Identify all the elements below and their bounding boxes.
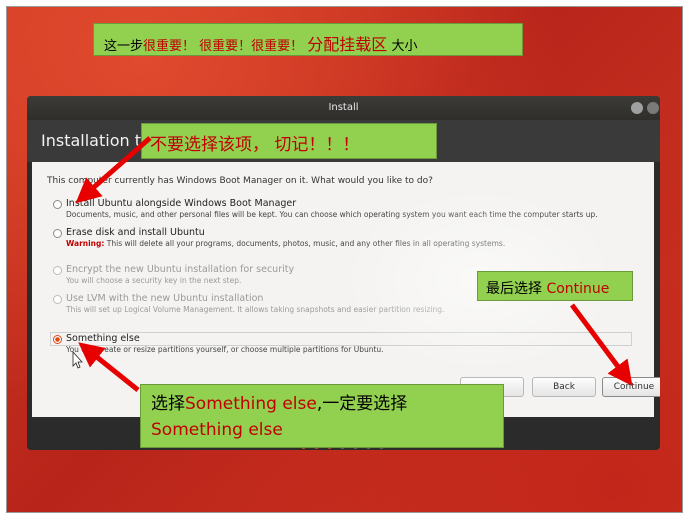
warning-label: Warning: [66,239,105,248]
minimize-icon[interactable] [647,102,659,114]
question-text: This computer currently has Windows Boot… [47,176,433,186]
option-desc: Warning: This will delete all your progr… [66,239,505,248]
warning-text: This will delete all your programs, docu… [104,239,506,248]
radio-erase-disk[interactable] [53,229,62,238]
radio-something-else[interactable] [53,335,62,344]
close-icon[interactable] [631,102,643,114]
checkbox-lvm [53,295,62,304]
option-encrypt: Encrypt the new Ubuntu installation for … [53,264,295,285]
checkbox-encrypt [53,266,62,275]
option-title: Something else [66,333,140,344]
option-title: Use LVM with the new Ubuntu installation [66,293,264,304]
option-desc: Documents, music, and other personal fil… [66,210,598,219]
option-desc: This will set up Logical Volume Manageme… [66,305,445,314]
annotation-continue: 最后选择 Continue [477,271,633,301]
continue-button[interactable]: Continue [602,377,660,397]
annotation-emphasis: Something else [151,420,283,440]
radio-install-alongside[interactable] [53,200,62,209]
back-button[interactable]: Back [532,377,596,397]
annotation-text: ,一定要选择 [316,394,408,414]
option-something-else[interactable]: Something else You can create or resize … [53,333,384,354]
option-title: Encrypt the new Ubuntu installation for … [66,264,295,275]
annotation-emphasis: Something else [185,394,317,414]
option-desc: You will choose a security key in the ne… [66,276,242,285]
annotation-text: 选择 [151,394,185,414]
option-lvm: Use LVM with the new Ubuntu installation… [53,293,445,314]
option-desc: You can create or resize partitions your… [66,345,384,354]
annotation-important: 这一步很重要！ 很重要！很重要！ 分配挂载区 大小 [93,23,523,56]
window-titlebar: Install [27,96,660,120]
annotation-emphasis: 很重要！ 很重要！很重要！ [143,39,304,54]
annotation-text: 大小 [391,39,418,54]
annotation-emphasis: 分配挂载区 [307,35,388,54]
window-title: Install [328,102,359,113]
option-title: Install Ubuntu alongside Windows Boot Ma… [66,198,297,209]
annotation-text: 最后选择 [486,281,542,297]
option-install-alongside[interactable]: Install Ubuntu alongside Windows Boot Ma… [53,198,598,219]
option-title: Erase disk and install Ubuntu [66,227,205,238]
annotation-emphasis: Continue [546,281,610,297]
annotation-something-else: 选择Something else,一定要选择 Something else [140,384,504,448]
annotation-text: 这一步 [104,39,144,54]
annotation-warning: 不要选择该项， 切记！！！ [141,123,437,159]
option-erase-disk[interactable]: Erase disk and install Ubuntu Warning: T… [53,227,505,248]
